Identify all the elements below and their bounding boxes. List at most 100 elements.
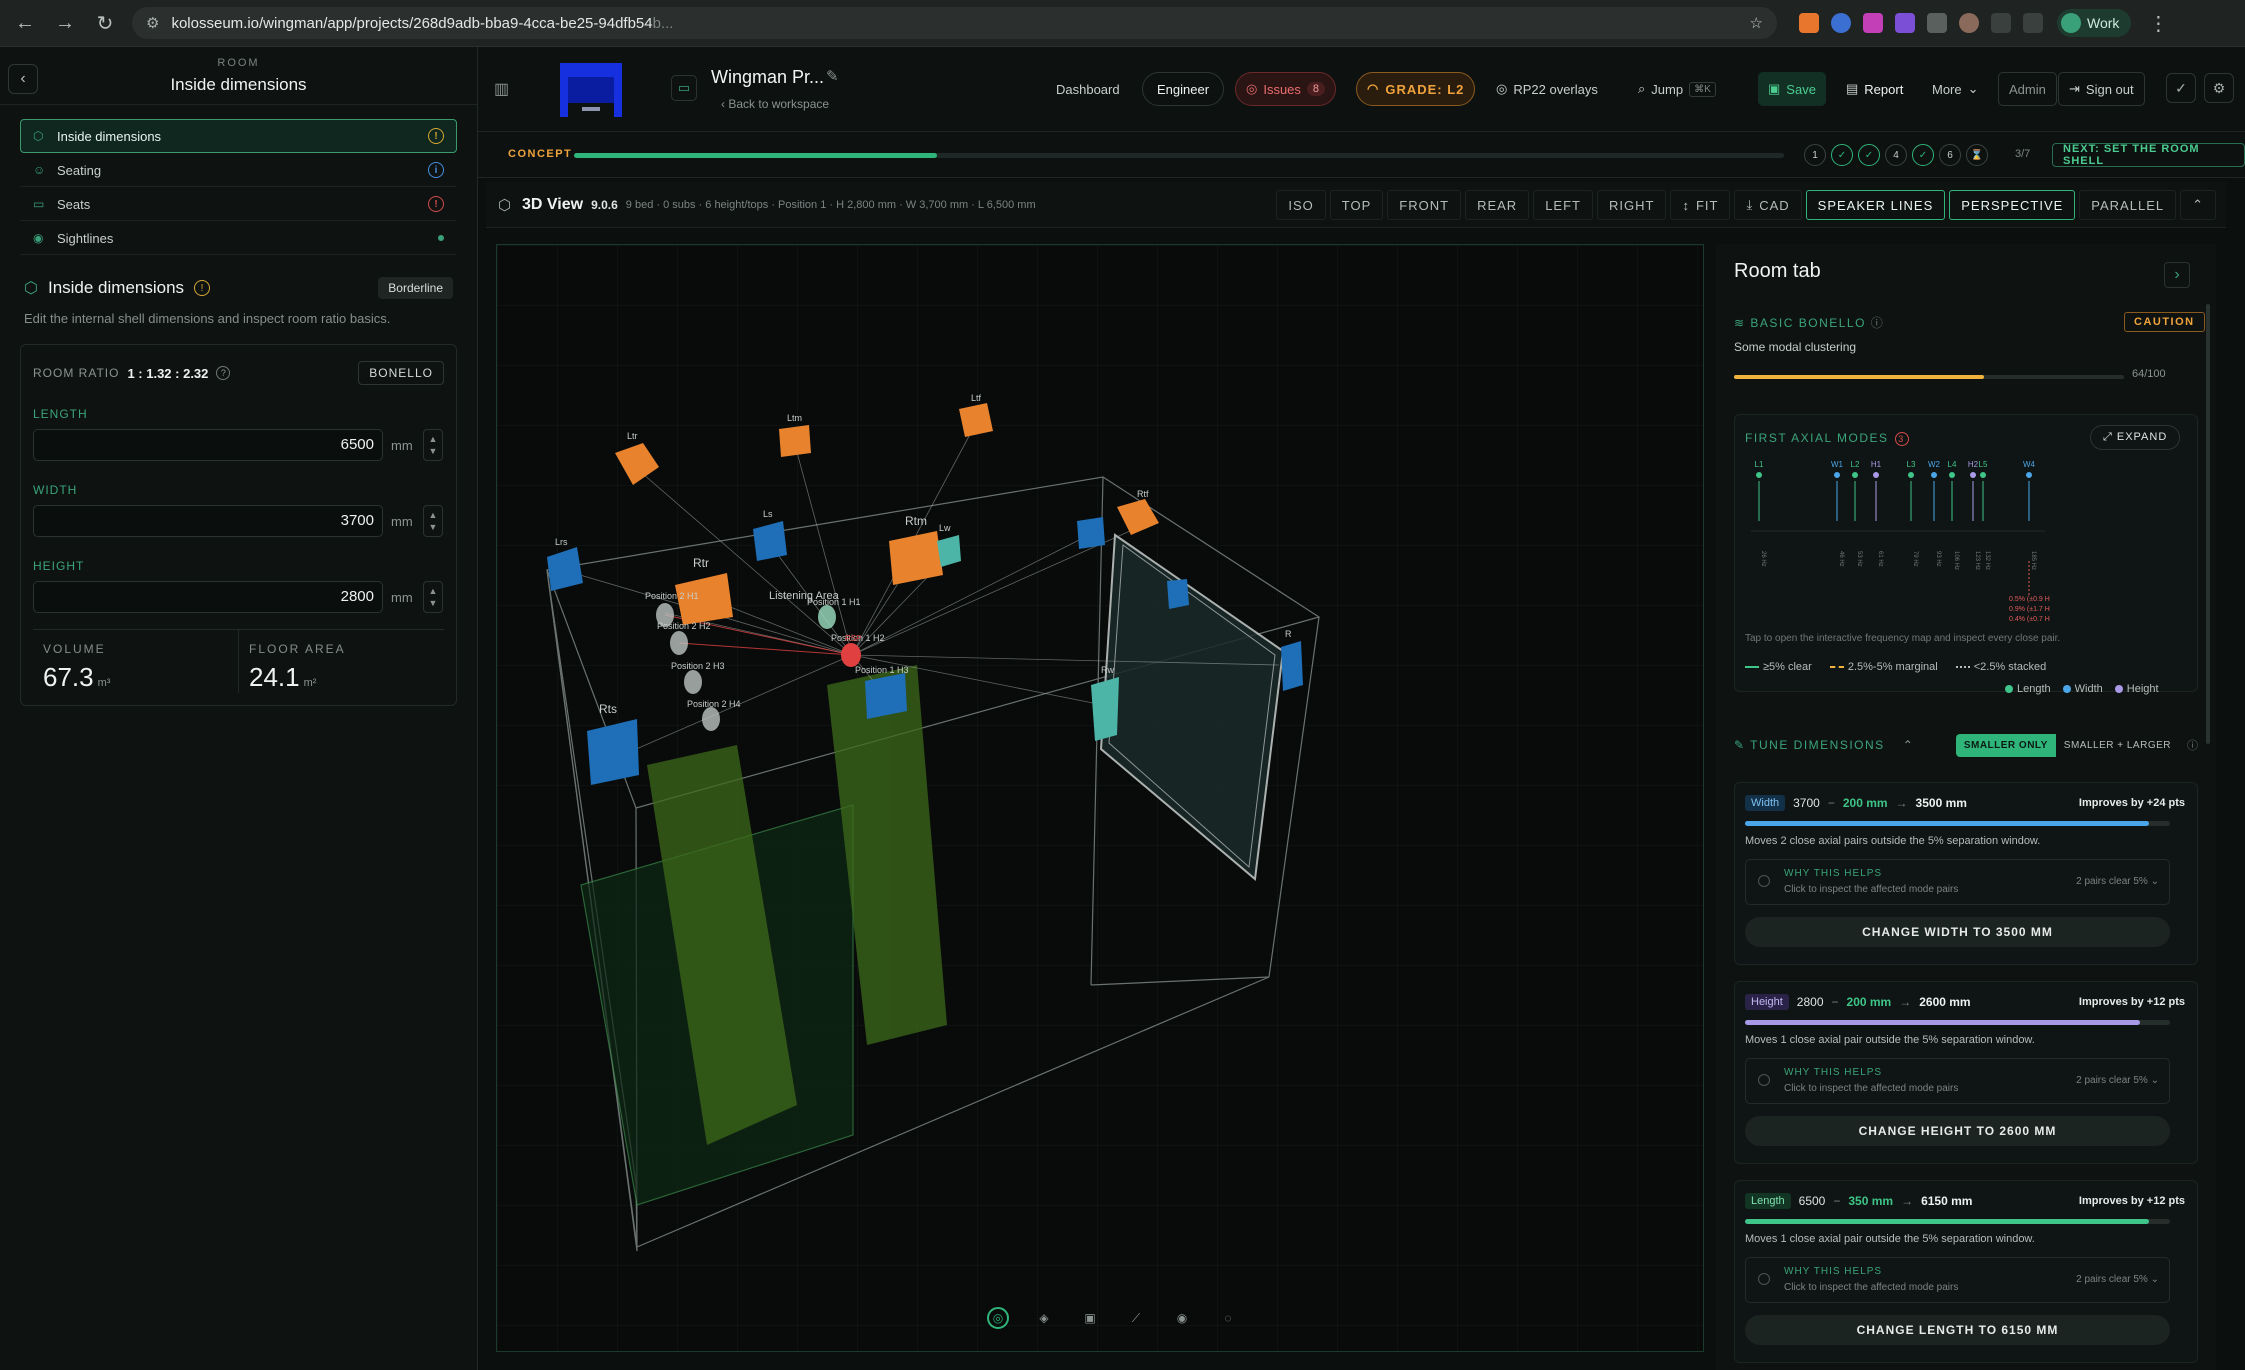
next-step-button[interactable]: NEXT: SET THE ROOM SHELL xyxy=(2052,143,2245,167)
nav-item-seating[interactable]: ☺ Seating i xyxy=(20,153,457,187)
perspective-toggle[interactable]: PERSPECTIVE xyxy=(1949,190,2076,220)
puzzle-icon[interactable] xyxy=(1991,13,2011,33)
view-left-button[interactable]: LEFT xyxy=(1533,190,1593,220)
why-this-helps-accordion[interactable]: WHY THIS HELPS Click to inspect the affe… xyxy=(1745,1257,2170,1303)
dashboard-tab[interactable]: Dashboard xyxy=(1046,72,1130,106)
target-value: 3500 mm xyxy=(1915,796,1967,810)
gear-icon[interactable]: ⚙ xyxy=(2204,73,2234,103)
label-rsp: RSP xyxy=(845,634,861,643)
overlays-button[interactable]: ◎ RP22 overlays xyxy=(1486,72,1608,106)
target-icon[interactable]: ◉ xyxy=(1171,1307,1193,1329)
step-4[interactable]: 4 xyxy=(1885,144,1907,166)
length-stepper[interactable]: ▲ ▼ xyxy=(423,429,443,461)
browser-forward-icon[interactable]: → xyxy=(52,10,78,36)
grade-button[interactable]: ◠ GRADE: L2 xyxy=(1356,72,1476,106)
height-stepper[interactable]: ▲ ▼ xyxy=(423,581,443,613)
view-right-button[interactable]: RIGHT xyxy=(1597,190,1667,220)
folder-icon[interactable]: ▭ xyxy=(671,75,697,101)
collapse-chevron-icon[interactable]: › xyxy=(2164,262,2190,288)
extension-icon[interactable] xyxy=(1895,13,1915,33)
bonello-description: Some modal clustering xyxy=(1734,340,1857,354)
step-6[interactable]: 6 xyxy=(1939,144,1961,166)
extension-icon[interactable] xyxy=(1959,13,1979,33)
save-button[interactable]: ▣ Save xyxy=(1758,72,1826,106)
scrollbar[interactable] xyxy=(2206,304,2210,744)
label-ls: Ls xyxy=(763,509,773,519)
browser-menu-icon[interactable]: ⋮ xyxy=(2145,10,2171,36)
nav-item-sightlines[interactable]: ◉ Sightlines xyxy=(20,221,457,255)
more-menu-button[interactable]: More ⌄ xyxy=(1922,72,1989,106)
browser-back-icon[interactable]: ← xyxy=(12,10,38,36)
jump-button[interactable]: ⌕ Jump ⌘K xyxy=(1628,72,1726,106)
status-check-icon[interactable]: ✓ xyxy=(2166,73,2196,103)
change-height-button[interactable]: CHANGE HEIGHT TO 2600 MM xyxy=(1745,1116,2170,1146)
change-length-button[interactable]: CHANGE LENGTH TO 6150 MM xyxy=(1745,1315,2170,1345)
engineer-tab[interactable]: Engineer xyxy=(1142,72,1225,106)
mode-dot xyxy=(1980,472,1986,478)
extension-icon[interactable] xyxy=(1831,13,1851,33)
download-icon[interactable] xyxy=(2023,13,2043,33)
help-icon[interactable]: ? xyxy=(216,366,231,380)
step-1[interactable]: 1 xyxy=(1804,144,1826,166)
room-scene[interactable]: Ltr Ltm Ltf Ls Lrs Rtr Rtm Rtf Rts Rw Lw… xyxy=(497,245,1704,1352)
modes-chart[interactable]: L1 26 Hz W1 46 Hz L2 53 Hz H1 61 Hz L3 79 Hz W2 93 … xyxy=(1745,461,2189,627)
extension-icon[interactable] xyxy=(1799,13,1819,33)
layers-icon[interactable]: ◌ xyxy=(1217,1307,1239,1329)
dashboard-tab[interactable]: Dashboard xyxy=(728,72,748,106)
axial-modes-card[interactable]: FIRST AXIAL MODES 3 ⤢ EXPAND L1 26 Hz W1 46 … xyxy=(1734,414,2198,695)
nav-item-seats[interactable]: ▭ Seats ! xyxy=(20,187,457,221)
view-top-button[interactable]: TOP xyxy=(1329,190,1384,220)
current-value: 2800 xyxy=(1796,995,1824,1009)
3d-viewport[interactable]: Ltr Ltm Ltf Ls Lrs Rtr Rtm Rtf Rts Rw Lw… xyxy=(496,244,1704,1352)
why-this-helps-accordion[interactable]: WHY THIS HELPS Click to inspect the affe… xyxy=(1745,859,2170,905)
admin-button[interactable]: Admin xyxy=(1998,72,2057,106)
info-icon xyxy=(1758,875,1770,887)
width-stepper[interactable]: ▲ ▼ xyxy=(423,505,443,537)
fit-button[interactable]: ↕ FIT xyxy=(1670,190,1731,220)
report-button[interactable]: ▤ Report xyxy=(1836,72,1913,106)
bookmark-star-icon[interactable]: ☆ xyxy=(1750,14,1763,32)
view-front-button[interactable]: FRONT xyxy=(1387,190,1462,220)
nav-item-inside-dimensions[interactable]: ⬡ Inside dimensions ! xyxy=(20,119,457,153)
collapse-chevron-icon[interactable]: ⌃ xyxy=(2180,190,2216,220)
height-input[interactable]: 2800 xyxy=(33,581,383,613)
step-2-done[interactable]: ✓ xyxy=(1831,144,1853,166)
view-rear-button[interactable]: REAR xyxy=(1465,190,1530,220)
length-input[interactable]: 6500 xyxy=(33,429,383,461)
smaller-larger-option[interactable]: SMALLER + LARGER xyxy=(2056,734,2179,757)
step-3-done[interactable]: ✓ xyxy=(1858,144,1880,166)
extension-icon[interactable] xyxy=(1863,13,1883,33)
issues-button[interactable]: ◎ Issues 8 xyxy=(1235,72,1337,106)
seat-icon[interactable]: ▣ xyxy=(1079,1307,1101,1329)
ratio-standard-button[interactable]: BONELLO xyxy=(358,361,444,385)
why-this-helps-accordion[interactable]: WHY THIS HELPS Click to inspect the affe… xyxy=(1745,1058,2170,1104)
mode-frequency: 93 Hz xyxy=(1935,551,1941,567)
site-info-icon[interactable]: ⚙ xyxy=(146,14,159,32)
step-7-trophy-icon[interactable]: ⌛ xyxy=(1966,144,1988,166)
address-bar[interactable]: ⚙ kolosseum.io/wingman/app/projects/268d… xyxy=(132,7,1777,39)
chevron-up-icon[interactable]: ⌃ xyxy=(1903,738,1913,752)
measure-icon[interactable]: ⟋ xyxy=(1125,1307,1147,1329)
extension-icon[interactable] xyxy=(1927,13,1947,33)
alert-icon: ◎ xyxy=(1246,81,1258,96)
parallel-toggle[interactable]: PARALLEL xyxy=(2079,190,2177,220)
sign-out-button[interactable]: ⇥ Sign out xyxy=(2058,72,2145,106)
cad-export-button[interactable]: ⤓ CAD xyxy=(1734,190,1802,220)
smaller-only-option[interactable]: SMALLER ONLY xyxy=(1955,733,2056,757)
info-icon[interactable]: ⓘ xyxy=(2187,737,2198,753)
browser-reload-icon[interactable]: ↻ xyxy=(92,10,118,36)
pencil-icon[interactable]: ✎ xyxy=(826,67,839,85)
view-iso-button[interactable]: ISO xyxy=(1276,190,1326,220)
width-input[interactable]: 3700 xyxy=(33,505,383,537)
sidebar-toggle-icon[interactable]: ▥ xyxy=(494,79,509,99)
speaker-lines-toggle[interactable]: SPEAKER LINES xyxy=(1805,190,1946,220)
orbit-icon[interactable]: ◎ xyxy=(987,1307,1009,1329)
change-width-button[interactable]: CHANGE WIDTH TO 3500 MM xyxy=(1745,917,2170,947)
cube-icon: ⬡ xyxy=(498,197,512,214)
info-icon[interactable]: ⓘ xyxy=(1871,316,1885,330)
mode-label: L3 xyxy=(1907,461,1916,469)
speaker-icon[interactable]: ◈ xyxy=(1033,1307,1055,1329)
profile-button[interactable]: Work xyxy=(2057,9,2132,37)
expand-button[interactable]: ⤢ EXPAND xyxy=(2090,425,2181,450)
step-5-done[interactable]: ✓ xyxy=(1912,144,1934,166)
